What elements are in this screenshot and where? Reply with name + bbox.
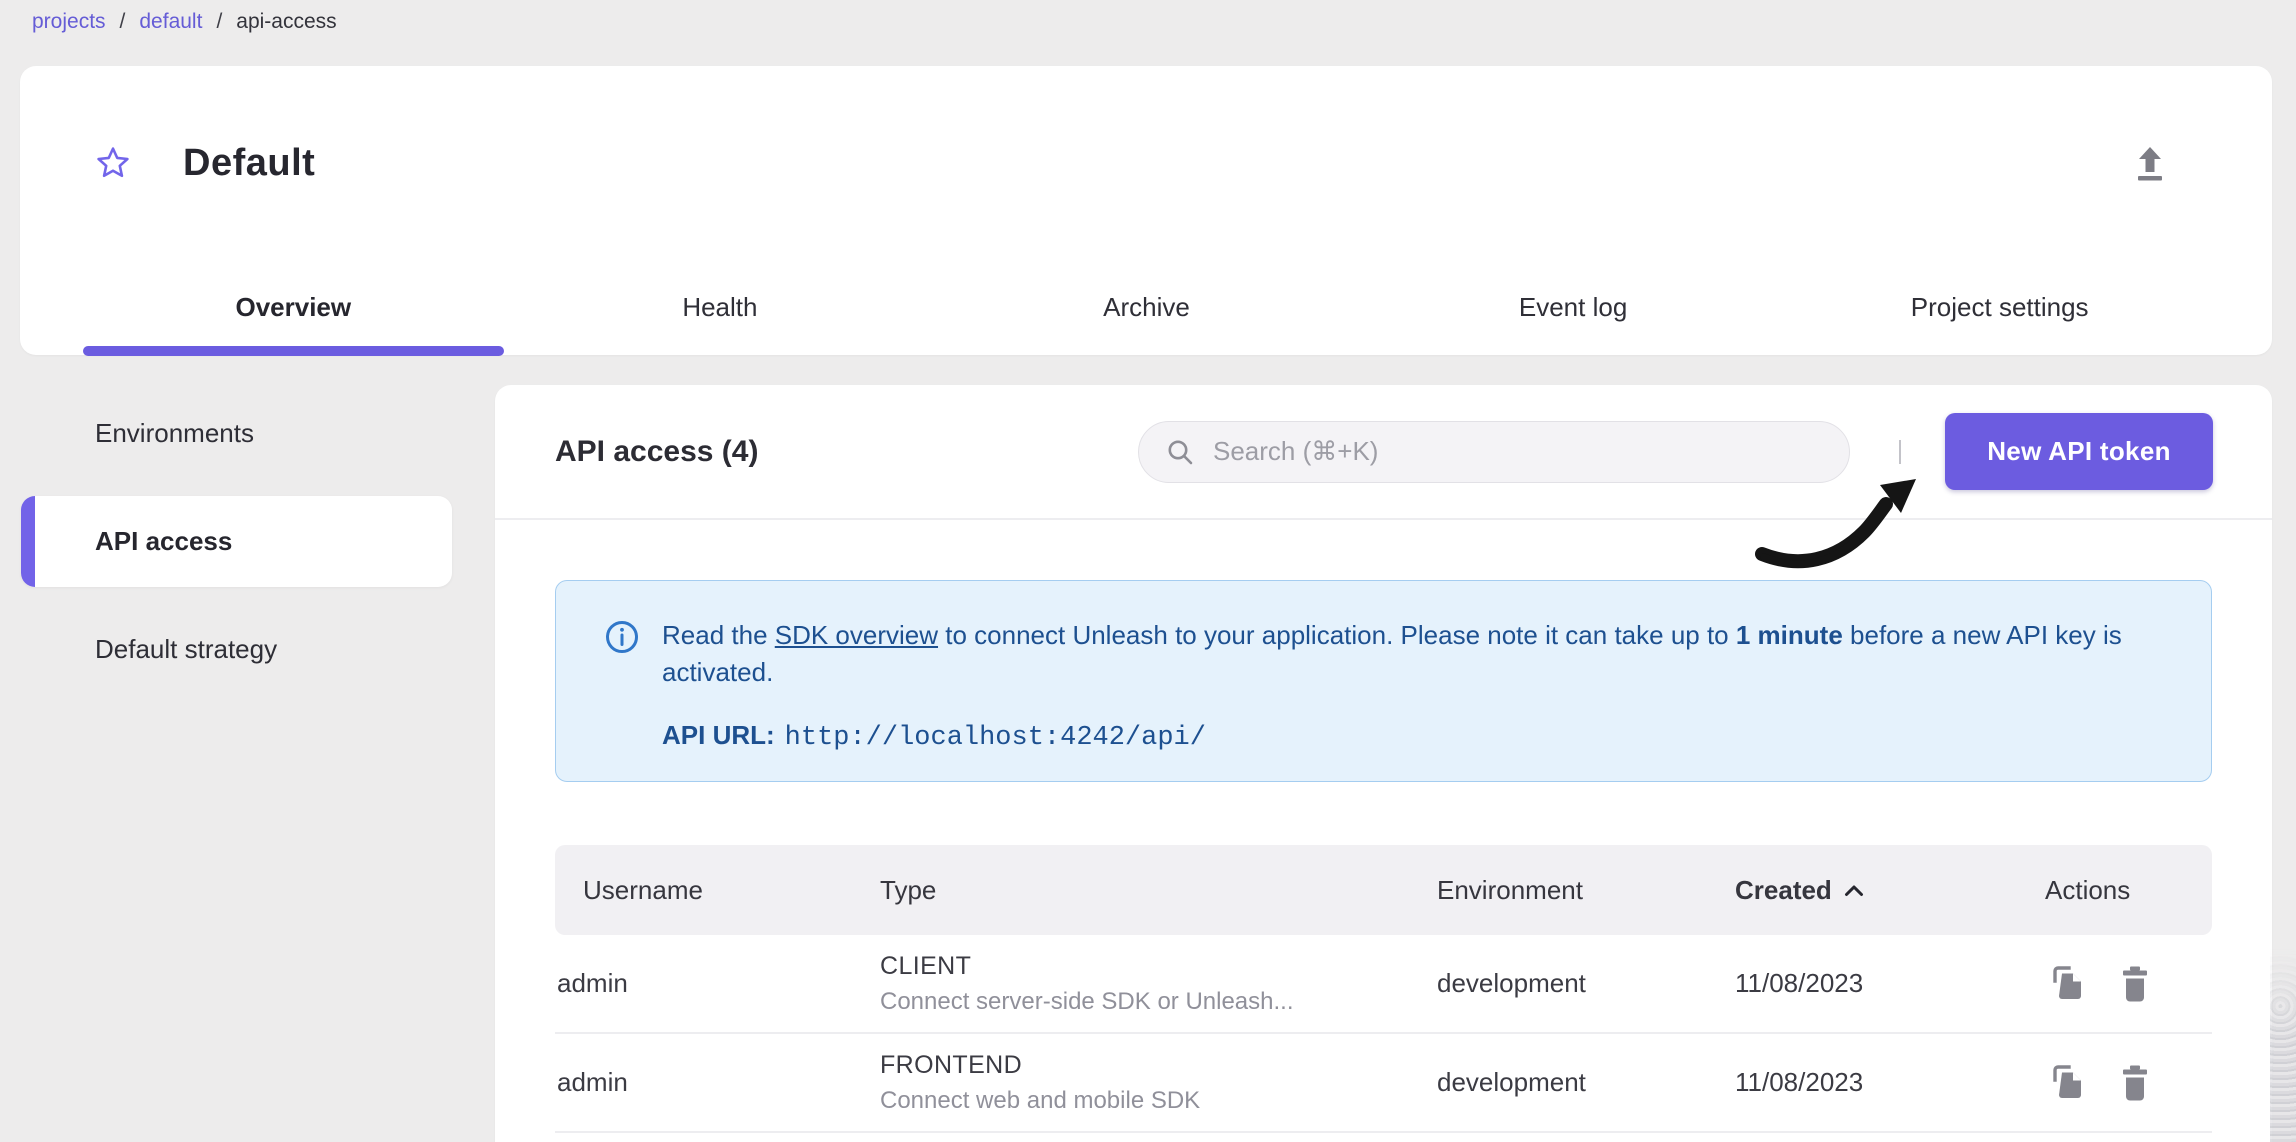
tab-bar: Overview Health Archive Event log Projec… xyxy=(80,260,2213,355)
cell-username: admin xyxy=(555,968,880,999)
sidebar-item-label: API access xyxy=(95,526,232,557)
info-circle-icon xyxy=(604,619,640,781)
search-input[interactable] xyxy=(1213,436,1839,467)
panel-title: API access (4) xyxy=(555,435,758,469)
tab-label: Overview xyxy=(235,292,351,323)
search-box[interactable] xyxy=(1138,421,1850,483)
api-access-panel: API access (4) New API token Read xyxy=(495,385,2272,1142)
cell-username: admin xyxy=(555,1067,880,1098)
api-url-value: http://localhost:4242/api/ xyxy=(785,723,1206,753)
info-alert-text: Read the SDK overview to connect Unleash… xyxy=(662,617,2122,691)
copy-token-button[interactable] xyxy=(2045,1061,2089,1105)
page-title: Default xyxy=(183,142,315,185)
column-header-type[interactable]: Type xyxy=(880,875,1437,906)
tab-archive[interactable]: Archive xyxy=(933,260,1360,355)
breadcrumb-separator: / xyxy=(216,10,222,34)
info-alert-body: Read the SDK overview to connect Unleash… xyxy=(662,617,2122,781)
upload-icon[interactable] xyxy=(2132,145,2168,181)
panel-header: API access (4) New API token xyxy=(495,385,2272,520)
alert-text-part: to connect Unleash to your application. … xyxy=(938,620,1736,650)
breadcrumb-link-projects[interactable]: projects xyxy=(32,10,106,34)
tab-health[interactable]: Health xyxy=(507,260,934,355)
table-header-row: Username Type Environment Created Action… xyxy=(555,845,2212,935)
alert-text-part: Read the xyxy=(662,620,775,650)
breadcrumb: projects / default / api-access xyxy=(32,10,337,34)
token-type-description: Connect web and mobile SDK xyxy=(880,1087,1437,1115)
cell-actions xyxy=(2045,962,2212,1006)
header-divider-tick xyxy=(1899,440,1901,464)
cell-created: 11/08/2023 xyxy=(1735,1067,2045,1098)
sidebar-item-api-access[interactable]: API access xyxy=(21,496,452,587)
tab-label: Archive xyxy=(1103,292,1190,323)
cell-environment: development xyxy=(1437,968,1735,999)
table-row: admin CLIENT Connect server-side SDK or … xyxy=(555,935,2212,1034)
cell-type: FRONTEND Connect web and mobile SDK xyxy=(880,1051,1437,1115)
new-api-token-button[interactable]: New API token xyxy=(1945,413,2213,490)
project-header-card: Default Overview Health Archive Event lo… xyxy=(20,66,2272,355)
search-icon xyxy=(1165,437,1195,467)
project-header-row: Default xyxy=(20,66,2272,260)
column-header-actions: Actions xyxy=(2045,875,2212,906)
tab-event-log[interactable]: Event log xyxy=(1360,260,1787,355)
trash-icon xyxy=(2117,1063,2153,1103)
token-type-description: Connect server-side SDK or Unleash... xyxy=(880,988,1437,1016)
token-type: FRONTEND xyxy=(880,1051,1437,1080)
sdk-overview-link[interactable]: SDK overview xyxy=(775,620,938,650)
table-row: admin FRONTEND Connect web and mobile SD… xyxy=(555,1034,2212,1133)
column-header-username[interactable]: Username xyxy=(555,875,880,906)
cell-actions xyxy=(2045,1061,2212,1105)
copy-icon xyxy=(2047,1063,2087,1103)
tab-label: Event log xyxy=(1519,292,1627,323)
tab-label: Project settings xyxy=(1911,292,2089,323)
sidebar-item-default-strategy[interactable]: Default strategy xyxy=(0,604,452,695)
api-url-line: API URL: http://localhost:4242/api/ xyxy=(662,717,2122,757)
breadcrumb-separator: / xyxy=(120,10,126,34)
column-header-environment[interactable]: Environment xyxy=(1437,875,1735,906)
api-url-label: API URL: xyxy=(662,720,775,750)
copy-token-button[interactable] xyxy=(2045,962,2089,1006)
delete-token-button[interactable] xyxy=(2113,962,2157,1006)
trash-icon xyxy=(2117,964,2153,1004)
tab-project-settings[interactable]: Project settings xyxy=(1786,260,2213,355)
column-header-label: Created xyxy=(1735,875,1832,906)
delete-token-button[interactable] xyxy=(2113,1061,2157,1105)
breadcrumb-link-default[interactable]: default xyxy=(139,10,202,34)
column-header-created[interactable]: Created xyxy=(1735,875,2045,906)
app-root: projects / default / api-access Default xyxy=(0,0,2296,1142)
cell-created: 11/08/2023 xyxy=(1735,968,2045,999)
copy-icon xyxy=(2047,964,2087,1004)
tab-label: Health xyxy=(682,292,757,323)
info-alert: Read the SDK overview to connect Unleash… xyxy=(555,580,2212,782)
corner-texture-artifact xyxy=(2270,948,2296,1142)
cell-environment: development xyxy=(1437,1067,1735,1098)
breadcrumb-current: api-access xyxy=(236,10,336,34)
cell-type: CLIENT Connect server-side SDK or Unleas… xyxy=(880,952,1437,1016)
tab-overview[interactable]: Overview xyxy=(80,260,507,355)
sidebar-item-label: Environments xyxy=(95,418,254,449)
sidebar-item-environments[interactable]: Environments xyxy=(0,388,452,479)
alert-text-bold: 1 minute xyxy=(1736,620,1843,650)
favorite-star-icon[interactable] xyxy=(95,145,131,181)
token-type: CLIENT xyxy=(880,952,1437,981)
sort-ascending-chevron-up-icon xyxy=(1844,884,1864,897)
api-tokens-table: Username Type Environment Created Action… xyxy=(555,845,2212,1133)
sidebar-item-label: Default strategy xyxy=(95,634,277,665)
